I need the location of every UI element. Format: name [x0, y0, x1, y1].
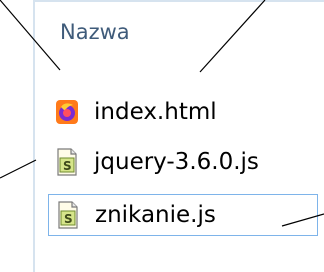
- annotation-line: [0, 159, 37, 179]
- firefox-html-icon: [54, 97, 80, 127]
- svg-text:S: S: [63, 159, 72, 173]
- file-name: znikanie.js: [95, 202, 216, 228]
- file-item-jquery-js[interactable]: S jquery-3.6.0.js: [48, 142, 316, 182]
- column-header-name[interactable]: Nazwa: [60, 20, 130, 44]
- file-item-index-html[interactable]: index.html: [48, 92, 316, 132]
- file-name: index.html: [94, 99, 217, 125]
- svg-text:S: S: [64, 212, 73, 226]
- script-file-icon: S: [55, 200, 81, 230]
- file-item-znikanie-js[interactable]: S znikanie.js: [48, 194, 318, 236]
- script-file-icon: S: [54, 147, 80, 177]
- file-name: jquery-3.6.0.js: [94, 149, 259, 175]
